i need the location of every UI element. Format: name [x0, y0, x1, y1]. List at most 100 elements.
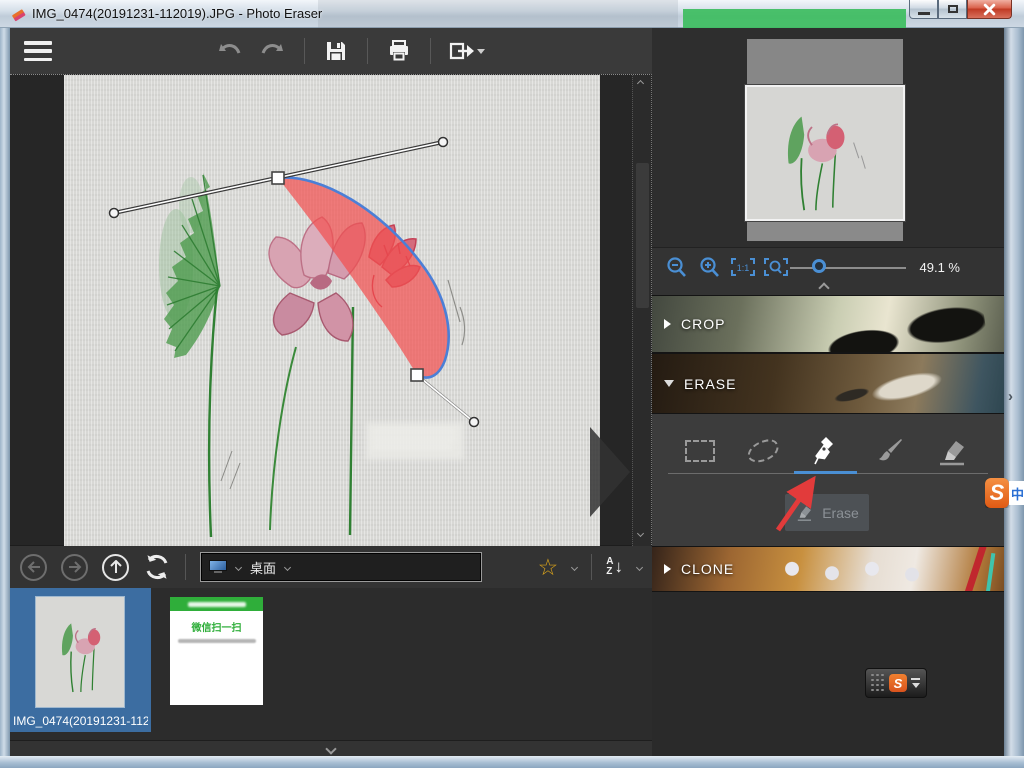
favorites-caret-icon[interactable]: [571, 563, 578, 570]
maximize-button[interactable]: [938, 0, 967, 19]
right-panel-empty-area: S: [652, 592, 1004, 756]
up-folder-button[interactable]: [102, 554, 129, 581]
clone-photo-pen: [962, 546, 987, 592]
crop-photo-decoration: [793, 295, 990, 353]
rect-select-icon: [685, 440, 715, 462]
zoom-slider-handle[interactable]: [812, 259, 826, 273]
anchor-point-bottom[interactable]: [411, 369, 423, 381]
location-label[interactable]: 桌面: [250, 558, 276, 577]
zoom-actual-size-button[interactable]: 1:1: [730, 256, 756, 278]
navigator-panel: [652, 28, 1004, 248]
window-border-left: [0, 28, 10, 756]
pen-icon: [813, 435, 839, 467]
back-arrow-icon: [27, 561, 41, 573]
ime-logo-icon[interactable]: S: [889, 674, 907, 692]
filmstrip-item-selected[interactable]: IMG_0474(20191231-112...: [10, 588, 151, 732]
fit-screen-icon: [763, 256, 789, 278]
erase-panel-header[interactable]: ERASE: [652, 353, 1004, 414]
desktop-icon: [209, 560, 227, 574]
zoom-percentage: 49.1 %: [920, 260, 960, 275]
undo-icon: [216, 41, 242, 61]
tool-lasso[interactable]: [731, 432, 794, 470]
ime-drag-handle-icon[interactable]: [871, 674, 885, 693]
sort-caret-icon[interactable]: [636, 563, 643, 570]
zoom-toolbar: 1:1 49.1 %: [652, 248, 1004, 295]
erased-watermark-patch: [366, 422, 464, 460]
zoom-in-icon: [699, 256, 721, 278]
back-button[interactable]: [20, 554, 47, 581]
save-icon: [324, 39, 348, 63]
favorites-star-icon[interactable]: ☆: [538, 556, 559, 579]
tool-eraser[interactable]: [920, 432, 983, 470]
ime-minimize-icon[interactable]: [911, 678, 920, 680]
menu-icon[interactable]: [24, 41, 52, 61]
photo-canvas[interactable]: [64, 75, 600, 546]
filmstrip-item-card[interactable]: 微信扫一扫: [170, 597, 263, 705]
clone-panel-header[interactable]: CLONE: [652, 546, 1004, 592]
handle-point[interactable]: [110, 209, 119, 218]
location-chevron-icon[interactable]: [235, 563, 242, 570]
navigator-viewport[interactable]: [745, 85, 905, 221]
toolbar-separator: [430, 38, 431, 64]
erase-button-label: Erase: [822, 505, 859, 521]
navigator-thumbnail[interactable]: [747, 39, 903, 241]
scrollbar-thumb[interactable]: [636, 163, 649, 308]
tool-rect-select[interactable]: [668, 432, 731, 470]
zoom-slider-track[interactable]: [790, 267, 906, 269]
location-bar[interactable]: 桌面: [200, 552, 482, 582]
sort-direction-arrow-icon: ↓: [615, 557, 624, 577]
toolbar-separator: [367, 38, 368, 64]
zoom-out-icon: [666, 256, 688, 278]
tool-pen[interactable]: [794, 432, 857, 470]
panel-expand-chevron-icon[interactable]: ›: [1008, 388, 1013, 405]
zoom-in-button[interactable]: [697, 256, 723, 278]
brush-icon: [874, 436, 904, 466]
save-button[interactable]: [319, 34, 353, 68]
undo-button[interactable]: [212, 34, 246, 68]
filmstrip-collapse-strip[interactable]: [10, 740, 652, 756]
zoom-fit-button[interactable]: [763, 256, 789, 278]
refresh-button[interactable]: [143, 553, 171, 581]
window-title: IMG_0474(20191231-112019).JPG - Photo Er…: [32, 6, 322, 21]
export-button[interactable]: [445, 34, 489, 68]
print-button[interactable]: [382, 34, 416, 68]
zoom-out-button[interactable]: [664, 256, 690, 278]
ime-language-badge[interactable]: S 中: [985, 478, 1024, 508]
title-bar[interactable]: IMG_0474(20191231-112019).JPG - Photo Er…: [0, 0, 1024, 28]
next-image-arrow-icon[interactable]: [590, 427, 630, 517]
print-icon: [387, 39, 411, 63]
desktop-showthrough: [683, 9, 906, 28]
main-toolbar: [10, 28, 652, 74]
maximize-icon: [948, 5, 958, 13]
close-button[interactable]: [967, 0, 1012, 19]
handle-point[interactable]: [439, 138, 448, 147]
ime-menu-caret-icon[interactable]: [912, 683, 920, 688]
sort-button[interactable]: A Z ↓: [606, 557, 623, 577]
redo-button[interactable]: [256, 34, 290, 68]
collapse-chevron-icon: [325, 743, 336, 754]
ime-badge-logo-icon[interactable]: S: [985, 478, 1009, 508]
filmstrip: IMG_0474(20191231-112... 微信扫一扫: [10, 588, 652, 740]
crop-panel-label: CROP: [681, 316, 725, 332]
anchor-point-top[interactable]: [272, 172, 284, 184]
forward-button[interactable]: [61, 554, 88, 581]
erase-apply-button[interactable]: Erase: [785, 494, 869, 531]
window-border-right: ›: [1004, 28, 1024, 756]
tool-brush[interactable]: [857, 432, 920, 470]
toolbar-separator: [185, 554, 186, 580]
erase-expanded-triangle-icon: [664, 380, 674, 387]
card-header-text-blur: [188, 602, 246, 607]
window-border-bottom: [0, 756, 1024, 768]
minimize-button[interactable]: [909, 0, 938, 19]
scroll-up-icon[interactable]: [637, 80, 644, 87]
handle-point[interactable]: [470, 418, 479, 427]
canvas-area[interactable]: [10, 74, 652, 545]
collapse-navigator-chevron-icon[interactable]: [818, 282, 829, 293]
scroll-down-icon[interactable]: [637, 530, 644, 537]
crop-panel-header[interactable]: CROP: [652, 295, 1004, 353]
forward-arrow-icon: [68, 561, 82, 573]
ime-toolbar[interactable]: S: [865, 668, 927, 698]
export-icon: [449, 40, 475, 62]
canvas-scrollbar[interactable]: [632, 75, 651, 546]
location-chevron-icon[interactable]: [284, 563, 291, 570]
